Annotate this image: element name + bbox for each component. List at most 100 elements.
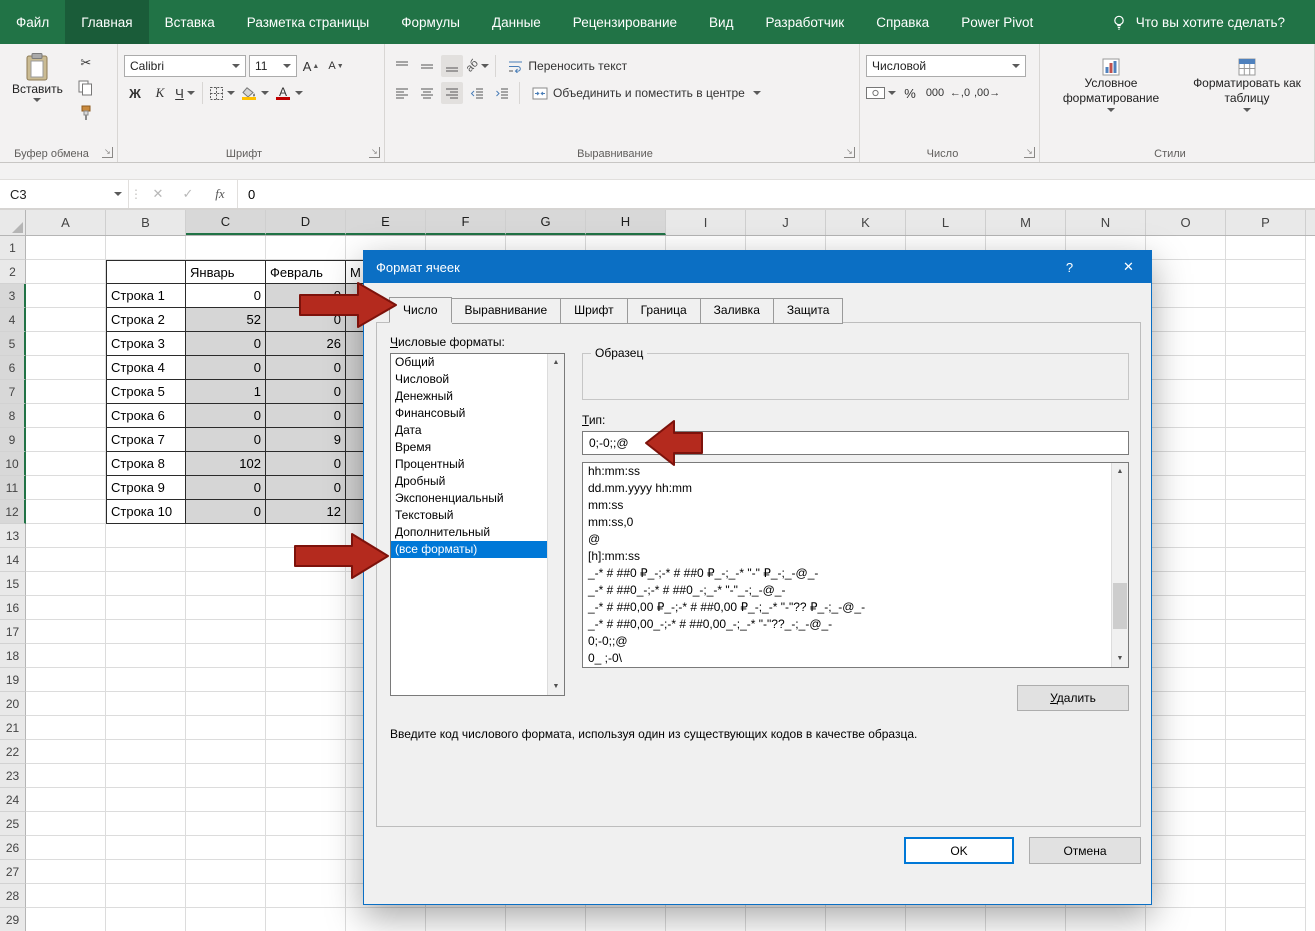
cell-C16[interactable] bbox=[186, 596, 266, 620]
formula-input[interactable]: 0 bbox=[237, 180, 1315, 208]
cell-D15[interactable] bbox=[266, 572, 346, 596]
cell-P24[interactable] bbox=[1226, 788, 1306, 812]
cell-B22[interactable] bbox=[106, 740, 186, 764]
row-header-13[interactable]: 13 bbox=[0, 524, 26, 548]
accounting-format-button[interactable] bbox=[866, 82, 896, 104]
cell-A16[interactable] bbox=[26, 596, 106, 620]
row-header-22[interactable]: 22 bbox=[0, 740, 26, 764]
name-box-caret[interactable] bbox=[107, 180, 129, 208]
decrease-decimal-button[interactable]: ,00→ bbox=[974, 82, 1000, 104]
format-code-item[interactable]: [h]:mm:ss bbox=[583, 548, 1111, 565]
cell-C23[interactable] bbox=[186, 764, 266, 788]
align-bottom-button[interactable] bbox=[441, 55, 463, 77]
cancel-entry-button[interactable]: ✕ bbox=[143, 186, 173, 202]
cell-A11[interactable] bbox=[26, 476, 106, 500]
cell-O19[interactable] bbox=[1146, 668, 1226, 692]
number-dialog-launcher[interactable]: ↘ bbox=[1024, 147, 1035, 158]
enter-entry-button[interactable]: ✓ bbox=[173, 186, 203, 202]
row-header-4[interactable]: 4 bbox=[0, 308, 26, 332]
cell-C13[interactable] bbox=[186, 524, 266, 548]
cell-C26[interactable] bbox=[186, 836, 266, 860]
cell-C9[interactable]: 0 bbox=[186, 428, 266, 452]
format-code-item[interactable]: _-* # ##0_-;-* # ##0_-;_-* "-"_-;_-@_- bbox=[583, 582, 1111, 599]
cell-C3[interactable]: 0 bbox=[186, 284, 266, 308]
cell-P14[interactable] bbox=[1226, 548, 1306, 572]
cancel-button[interactable]: Отмена bbox=[1029, 837, 1141, 864]
cell-C18[interactable] bbox=[186, 644, 266, 668]
cell-B14[interactable] bbox=[106, 548, 186, 572]
column-header-K[interactable]: K bbox=[826, 210, 906, 235]
row-header-5[interactable]: 5 bbox=[0, 332, 26, 356]
cell-B10[interactable]: Строка 8 bbox=[106, 452, 186, 476]
fill-color-button[interactable] bbox=[238, 82, 260, 104]
category-item-Дополнительный[interactable]: Дополнительный bbox=[391, 524, 547, 541]
cell-C14[interactable] bbox=[186, 548, 266, 572]
cell-B3[interactable]: Строка 1 bbox=[106, 284, 186, 308]
cell-C2[interactable]: Январь bbox=[186, 260, 266, 284]
ribbon-tab-Главная[interactable]: Главная bbox=[65, 0, 148, 44]
dialog-close-button[interactable]: ✕ bbox=[1106, 251, 1151, 283]
row-header-3[interactable]: 3 bbox=[0, 284, 26, 308]
row-header-12[interactable]: 12 bbox=[0, 500, 26, 524]
font-color-button[interactable]: А bbox=[272, 82, 294, 104]
cell-O6[interactable] bbox=[1146, 356, 1226, 380]
cell-P3[interactable] bbox=[1226, 284, 1306, 308]
cell-D22[interactable] bbox=[266, 740, 346, 764]
category-item-Денежный[interactable]: Денежный bbox=[391, 388, 547, 405]
format-code-item[interactable]: _-* # ##0,00_-;-* # ##0,00_-;_-* "-"??_-… bbox=[583, 616, 1111, 633]
column-header-F[interactable]: F bbox=[426, 210, 506, 235]
ribbon-tab-Power Pivot[interactable]: Power Pivot bbox=[945, 0, 1049, 44]
cell-C7[interactable]: 1 bbox=[186, 380, 266, 404]
cell-H29[interactable] bbox=[586, 908, 666, 931]
cell-O2[interactable] bbox=[1146, 260, 1226, 284]
cell-C24[interactable] bbox=[186, 788, 266, 812]
cell-C11[interactable]: 0 bbox=[186, 476, 266, 500]
column-header-C[interactable]: C bbox=[186, 210, 266, 235]
type-input[interactable] bbox=[582, 431, 1129, 455]
cell-P2[interactable] bbox=[1226, 260, 1306, 284]
format-code-item[interactable]: mm:ss bbox=[583, 497, 1111, 514]
cell-A21[interactable] bbox=[26, 716, 106, 740]
cell-D1[interactable] bbox=[266, 236, 346, 260]
align-center-button[interactable] bbox=[416, 82, 438, 104]
row-header-29[interactable]: 29 bbox=[0, 908, 26, 931]
format-code-item[interactable]: _-* # ##0,00 ₽_-;-* # ##0,00 ₽_-;_-* "-"… bbox=[583, 599, 1111, 616]
ribbon-tab-Данные[interactable]: Данные bbox=[476, 0, 557, 44]
align-middle-button[interactable] bbox=[416, 55, 438, 77]
copy-button[interactable] bbox=[75, 77, 97, 99]
row-header-25[interactable]: 25 bbox=[0, 812, 26, 836]
category-item-Текстовый[interactable]: Текстовый bbox=[391, 507, 547, 524]
category-item-Время[interactable]: Время bbox=[391, 439, 547, 456]
cell-B7[interactable]: Строка 5 bbox=[106, 380, 186, 404]
cell-O23[interactable] bbox=[1146, 764, 1226, 788]
cell-D8[interactable]: 0 bbox=[266, 404, 346, 428]
cell-D20[interactable] bbox=[266, 692, 346, 716]
dialog-tab-Шрифт[interactable]: Шрифт bbox=[561, 298, 627, 324]
cell-I29[interactable] bbox=[666, 908, 746, 931]
cell-A23[interactable] bbox=[26, 764, 106, 788]
row-header-10[interactable]: 10 bbox=[0, 452, 26, 476]
format-code-item[interactable]: _-* # ##0 ₽_-;-* # ##0 ₽_-;_-* "-" ₽_-;_… bbox=[583, 565, 1111, 582]
cell-A12[interactable] bbox=[26, 500, 106, 524]
format-code-item[interactable]: @ bbox=[583, 531, 1111, 548]
bold-button[interactable]: Ж bbox=[124, 82, 146, 104]
cell-A10[interactable] bbox=[26, 452, 106, 476]
cell-A22[interactable] bbox=[26, 740, 106, 764]
row-header-28[interactable]: 28 bbox=[0, 884, 26, 908]
row-header-27[interactable]: 27 bbox=[0, 860, 26, 884]
format-code-item[interactable]: dd.mm.yyyy hh:mm bbox=[583, 480, 1111, 497]
cell-B23[interactable] bbox=[106, 764, 186, 788]
column-header-H[interactable]: H bbox=[586, 210, 666, 235]
cell-D14[interactable] bbox=[266, 548, 346, 572]
cell-O12[interactable] bbox=[1146, 500, 1226, 524]
cell-P4[interactable] bbox=[1226, 308, 1306, 332]
cell-P21[interactable] bbox=[1226, 716, 1306, 740]
cell-O28[interactable] bbox=[1146, 884, 1226, 908]
cell-P26[interactable] bbox=[1226, 836, 1306, 860]
cell-A7[interactable] bbox=[26, 380, 106, 404]
cell-O5[interactable] bbox=[1146, 332, 1226, 356]
cell-P13[interactable] bbox=[1226, 524, 1306, 548]
cell-P22[interactable] bbox=[1226, 740, 1306, 764]
number-format-select[interactable]: Числовой bbox=[866, 55, 1026, 77]
cell-D5[interactable]: 26 bbox=[266, 332, 346, 356]
